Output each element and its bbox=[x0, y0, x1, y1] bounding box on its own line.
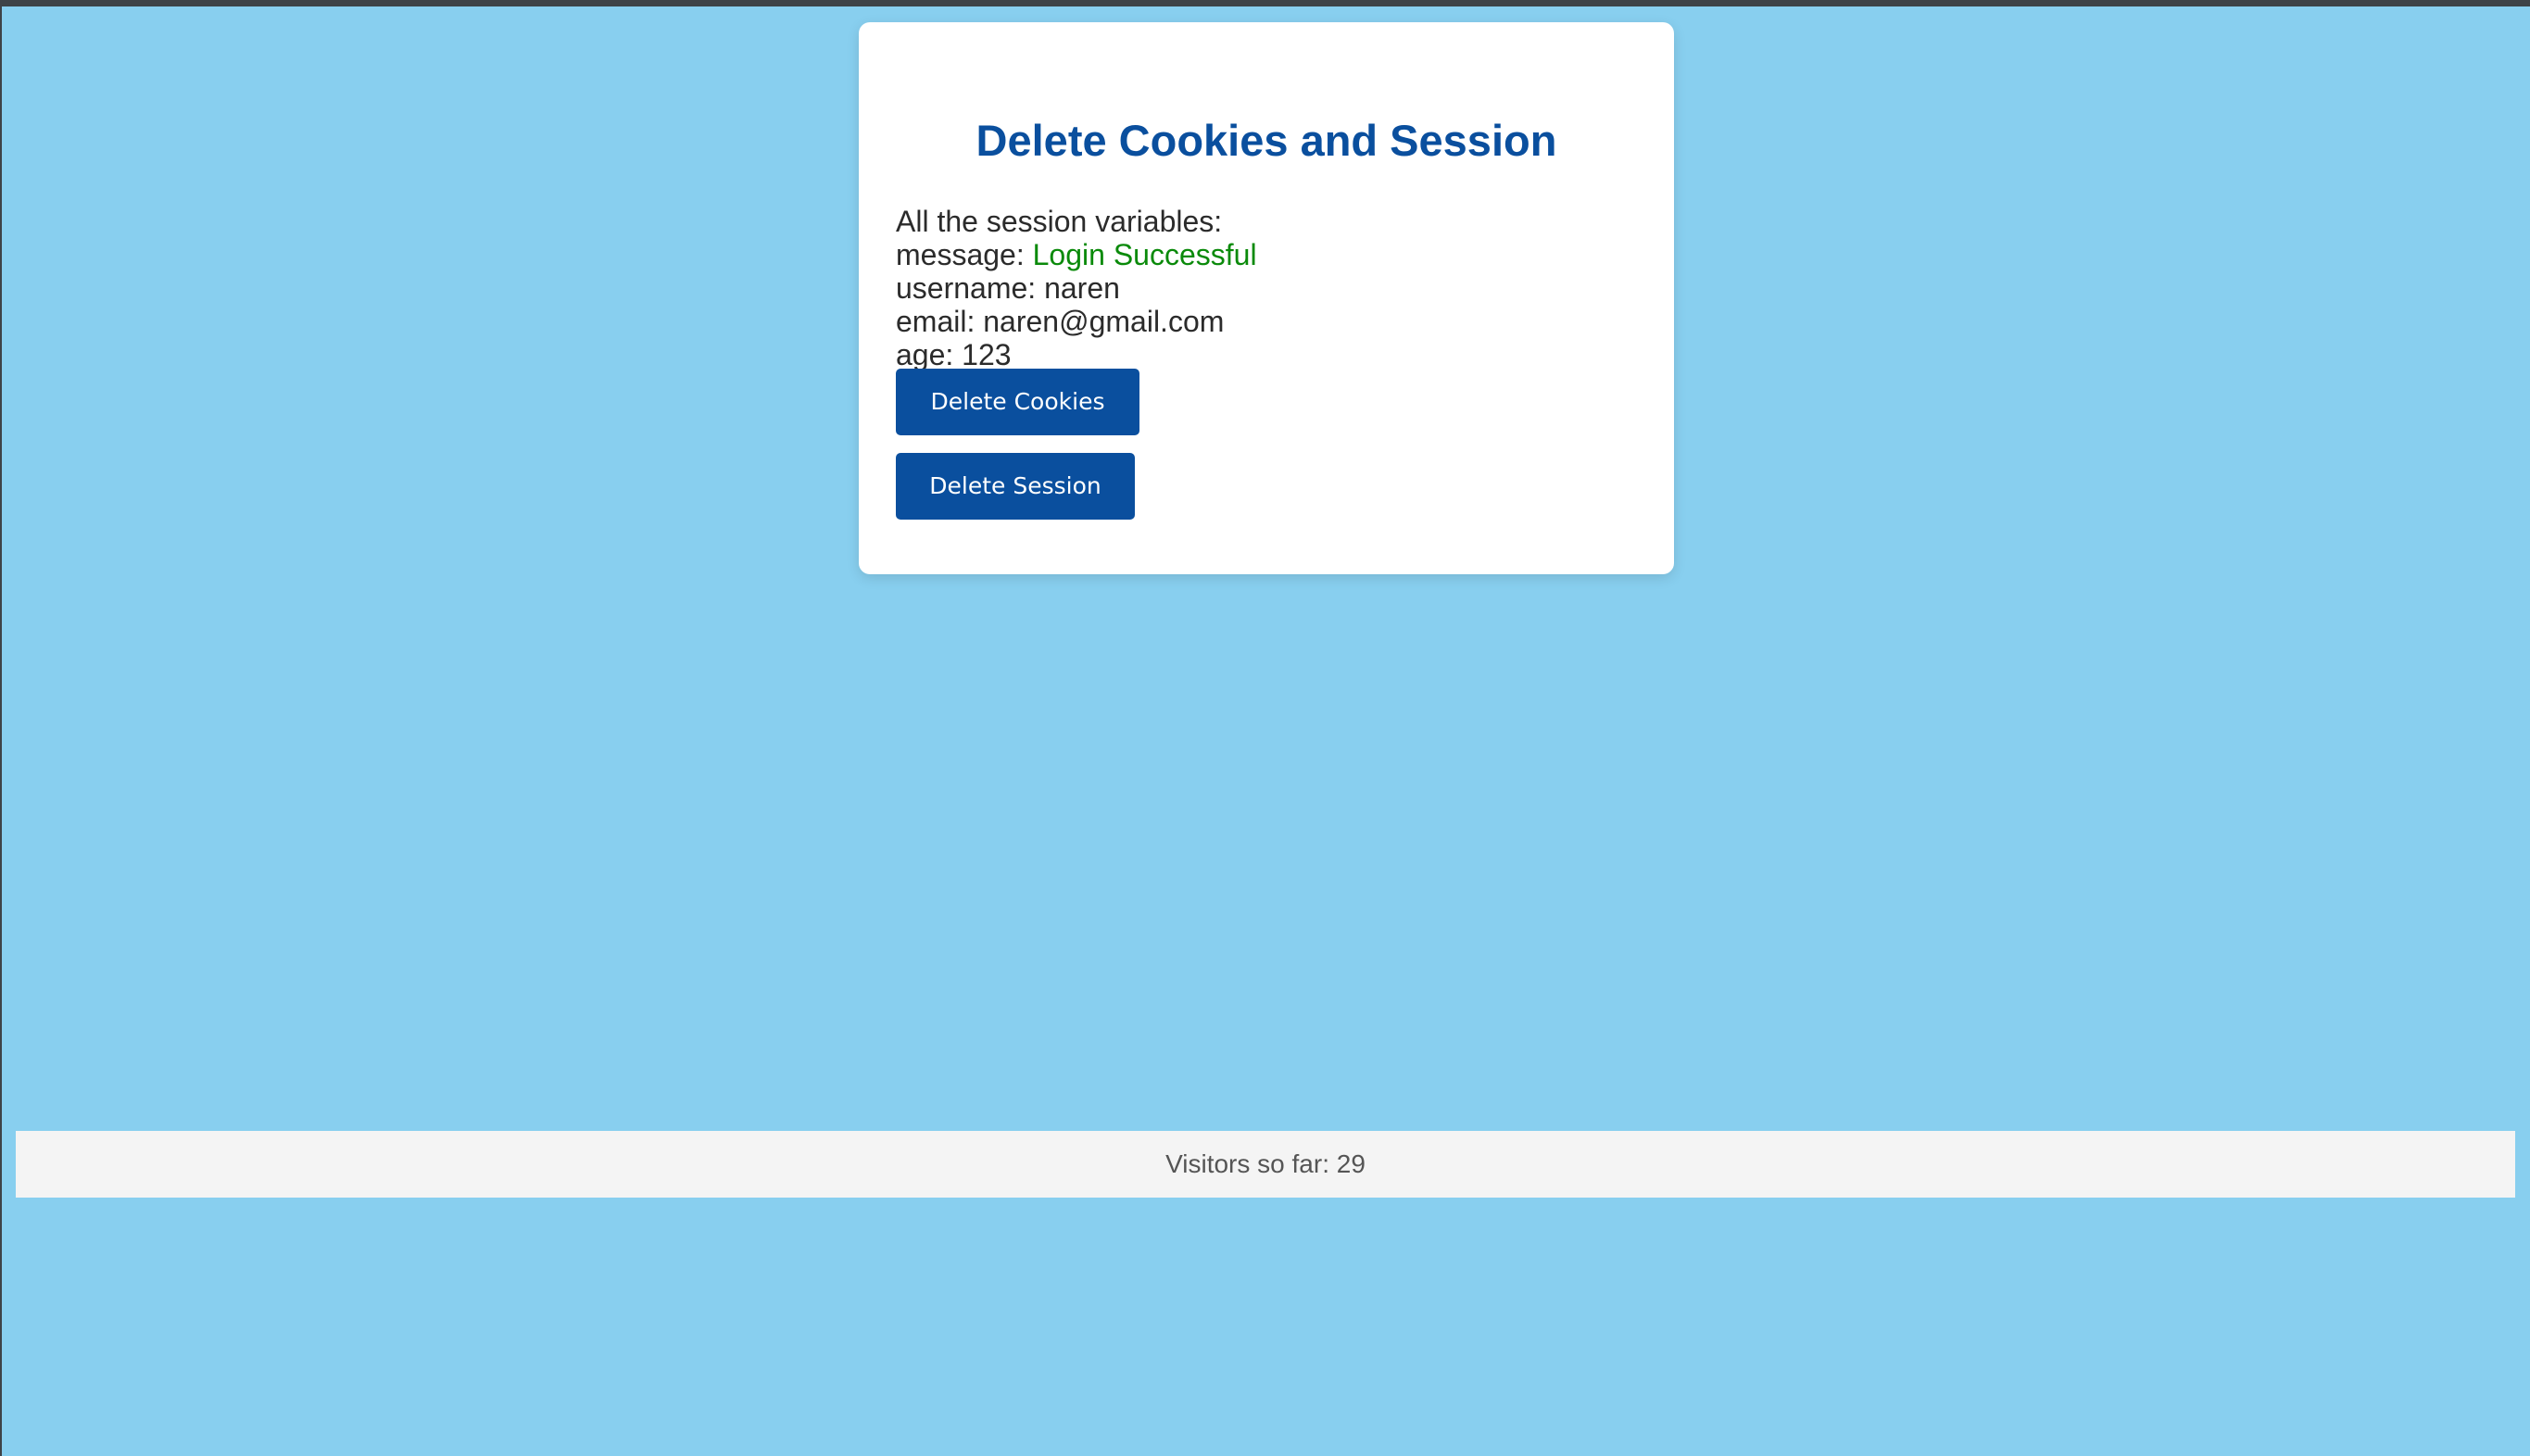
session-variable-message: message: Login Successful bbox=[896, 238, 1257, 271]
variable-key: email: bbox=[896, 305, 975, 338]
variable-value: naren bbox=[1044, 271, 1120, 305]
session-variable-age: age: 123 bbox=[896, 338, 1257, 371]
variable-value: naren@gmail.com bbox=[983, 305, 1225, 338]
variable-value: 123 bbox=[962, 338, 1012, 371]
session-variable-email: email: naren@gmail.com bbox=[896, 305, 1257, 338]
variable-key: message: bbox=[896, 238, 1025, 271]
variable-value-success: Login Successful bbox=[1032, 238, 1257, 271]
window-left-border bbox=[0, 0, 2, 1456]
page-title: Delete Cookies and Session bbox=[975, 116, 1557, 165]
variable-key: username: bbox=[896, 271, 1037, 305]
session-variables-list: All the session variables: message: Logi… bbox=[896, 205, 1257, 371]
delete-session-button[interactable]: Delete Session bbox=[896, 453, 1135, 520]
footer-visitor-counter: Visitors so far: 29 bbox=[16, 1131, 2515, 1198]
session-variables-intro: All the session variables: bbox=[896, 205, 1223, 238]
session-card: Delete Cookies and Session All the sessi… bbox=[859, 22, 1674, 574]
variable-key: age: bbox=[896, 338, 954, 371]
session-variable-username: username: naren bbox=[896, 271, 1257, 305]
visitor-count-text: Visitors so far: 29 bbox=[1165, 1149, 1366, 1178]
delete-cookies-button[interactable]: Delete Cookies bbox=[896, 369, 1139, 435]
window-top-border bbox=[0, 0, 2530, 6]
